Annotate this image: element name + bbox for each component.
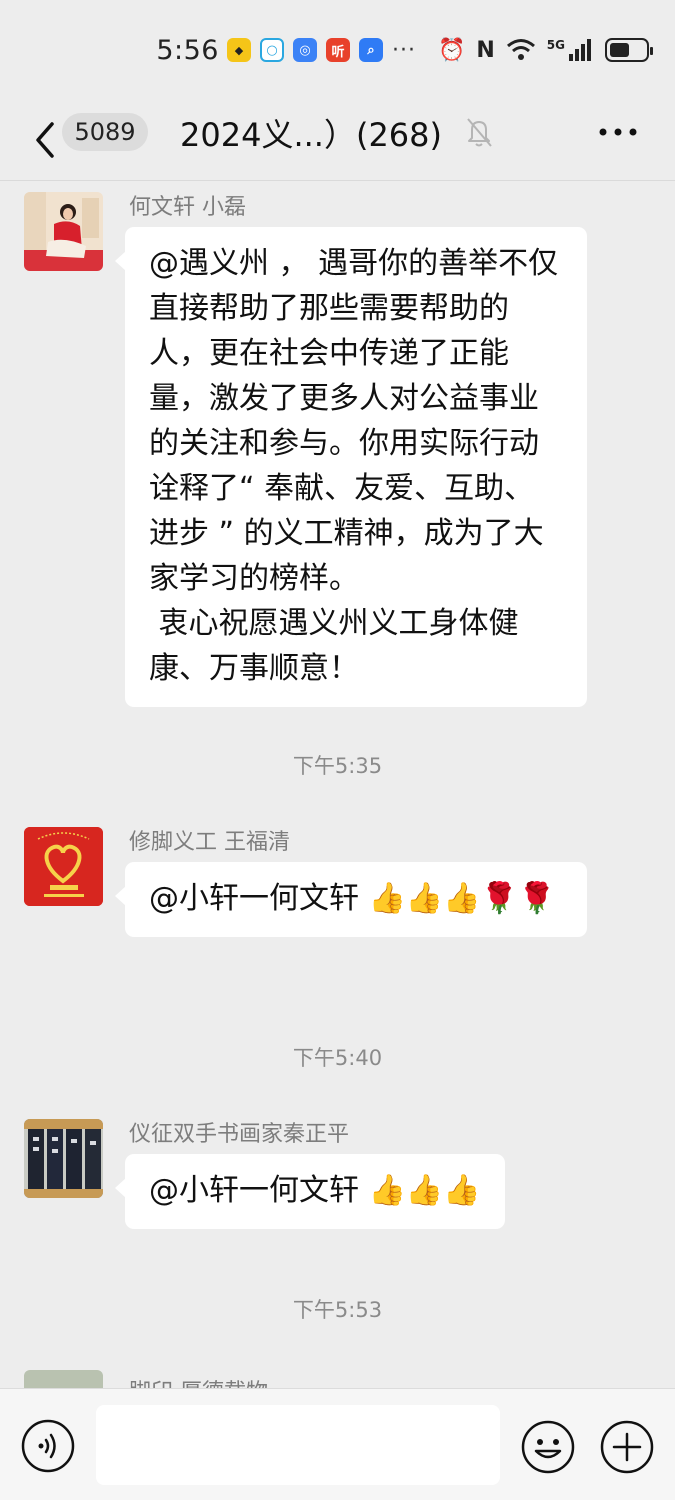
network-type-label: 5G [546, 37, 565, 52]
message-input[interactable] [96, 1405, 500, 1485]
back-arrow-icon[interactable] [30, 116, 60, 164]
battery-icon [605, 38, 653, 62]
message-text: @小轩一何文轩 👍👍👍🌹🌹 [149, 881, 556, 916]
more-options-icon[interactable] [598, 126, 638, 138]
status-time: 5:56 [156, 34, 219, 66]
sender-name: 脚印 厚德载物 [129, 1374, 268, 1388]
message-bubble[interactable]: @遇义州 ， 遇哥你的善举不仅直接帮助了那些需要帮助的人，更在社会中传递了正能量… [115, 227, 587, 707]
message-text: @遇义州 ， 遇哥你的善举不仅直接帮助了那些需要帮助的人，更在社会中传递了正能量… [149, 246, 559, 686]
wifi-icon [506, 39, 535, 60]
notification-icons: ◆ ○ ◎ 听 ⌕ ··· [226, 37, 416, 63]
message-bubble[interactable]: @小轩一何文轩 👍👍👍🌹🌹 [115, 862, 587, 937]
timestamp-separator: 下午5:53 [292, 1298, 383, 1322]
ting-app-icon: 听 [325, 38, 350, 62]
avatar[interactable] [24, 1119, 103, 1198]
timestamp-separator: 下午5:40 [292, 1046, 383, 1070]
douyin-sticker-app-icon: ◆ [226, 38, 251, 62]
unread-count-badge[interactable]: 5089 [62, 113, 148, 151]
chat-title[interactable]: 2024义...）(268) [180, 110, 442, 156]
emoji-icon[interactable] [520, 1419, 576, 1475]
header-divider [0, 180, 675, 181]
signal-icon [569, 39, 591, 61]
message-bubble[interactable]: @小轩一何文轩 👍👍👍 [115, 1154, 505, 1229]
more-notifications-icon: ··· [391, 37, 416, 63]
search-bubble-app-icon: ○ [259, 38, 284, 62]
avatar[interactable] [24, 827, 103, 906]
avatar[interactable] [24, 192, 103, 271]
plus-icon[interactable] [599, 1419, 655, 1475]
message-text: @小轩一何文轩 👍👍👍 [149, 1173, 481, 1208]
search-app-icon: ⌕ [358, 38, 383, 62]
voice-input-icon[interactable] [21, 1419, 75, 1473]
sender-name: 修脚义工 王福清 [129, 830, 290, 855]
chat-header: 5089 2024义...）(268) [0, 100, 675, 180]
nfc-icon: N [476, 37, 495, 63]
avatar[interactable] [24, 1370, 103, 1388]
sender-name: 何文轩 小磊 [129, 195, 246, 220]
message-item: 脚印 厚德载物 [0, 1370, 675, 1388]
status-bar: 5:56 ◆ ○ ◎ 听 ⌕ ··· ⏰ N 5G [0, 0, 675, 100]
input-bar [0, 1388, 675, 1500]
sender-name: 仪征双手书画家秦正平 [129, 1122, 350, 1147]
system-icons: ⏰ N 5G [437, 37, 653, 63]
timestamp-separator: 下午5:35 [292, 754, 383, 778]
muted-bell-icon [467, 118, 492, 147]
alarm-icon: ⏰ [437, 37, 466, 63]
browser-app-icon: ◎ [292, 38, 317, 62]
